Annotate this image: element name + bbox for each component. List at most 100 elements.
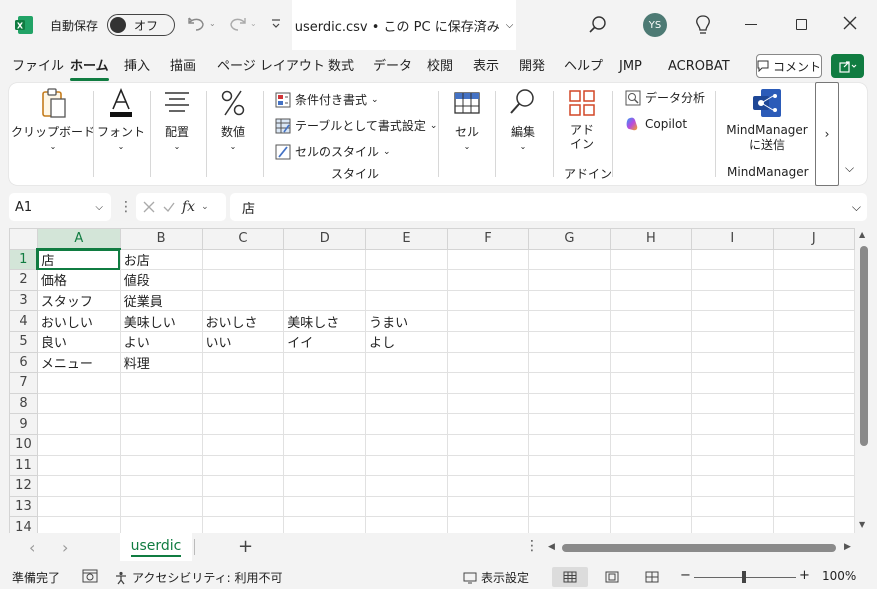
cell-e3[interactable] [365,289,448,312]
cell-g13[interactable] [528,495,611,518]
cell-a13[interactable] [36,495,121,518]
cell-g10[interactable] [528,433,611,456]
cell-g11[interactable] [528,454,611,477]
cell-e5[interactable]: よし [365,330,448,353]
row-header[interactable]: 1 [9,248,39,271]
column-header-b[interactable]: B [119,228,203,250]
zoom-level[interactable]: 100% [822,569,856,583]
cell-i1[interactable] [691,248,774,271]
cell-g14[interactable] [528,516,611,533]
cell-j8[interactable] [772,392,855,415]
autosave-toggle[interactable]: オフ [107,14,175,36]
document-title-area[interactable]: userdic.csv • この PC に保存済み ⌵ [292,0,516,50]
user-avatar[interactable]: YS [643,13,667,37]
cell-f13[interactable] [446,495,530,518]
zoom-slider-thumb[interactable] [742,571,746,583]
cell-d12[interactable] [283,475,367,497]
horizontal-scrollbar[interactable]: ◀ ▶ [548,541,856,555]
number-group[interactable]: 数値 ⌄ [211,87,255,151]
column-header-i[interactable]: I [691,228,774,250]
cell-b8[interactable] [119,392,203,415]
mindmanager-group[interactable]: MindManager に送信 [723,87,811,153]
column-header-f[interactable]: F [446,228,530,250]
cell-c10[interactable] [201,433,285,456]
collapse-ribbon-icon[interactable]: ⌵ [845,161,854,176]
column-header-e[interactable]: E [365,228,448,250]
cell-g7[interactable] [528,372,611,394]
cell-d10[interactable] [283,433,367,456]
lightbulb-icon[interactable] [694,14,712,36]
cell-h1[interactable] [609,248,693,271]
row-header[interactable]: 7 [9,372,38,394]
cell-g2[interactable] [528,269,611,291]
cell-h12[interactable] [609,475,693,497]
scroll-right-icon[interactable]: ▶ [844,542,851,552]
cell-i3[interactable] [691,289,774,312]
cell-d5[interactable]: イイ [283,330,367,353]
cell-i9[interactable] [691,413,774,435]
cell-d11[interactable] [283,454,367,477]
cell-f2[interactable] [446,269,530,291]
cell-b2[interactable]: 値段 [119,269,203,291]
zoom-in-button[interactable]: + [799,568,810,583]
cell-f1[interactable] [446,248,530,271]
undo-icon[interactable] [187,15,207,33]
cell-h10[interactable] [609,433,693,456]
cell-i14[interactable] [691,516,774,533]
cell-c11[interactable] [201,454,285,477]
cell-j1[interactable] [772,248,855,271]
page-break-view-button[interactable] [634,567,670,587]
cells-group[interactable]: セル ⌄ [445,87,489,151]
cell-a4[interactable]: おいしい [36,310,121,332]
cell-j11[interactable] [772,454,855,477]
formula-input[interactable]: 店 ⌵ [230,193,867,221]
conditional-format-button[interactable]: 条件付き書式 ⌄ [275,91,379,108]
cell-i5[interactable] [691,330,774,353]
cell-d1[interactable] [283,248,367,271]
cell-d4[interactable]: 美味しさ [283,310,367,332]
share-button[interactable] [831,54,864,78]
row-header[interactable]: 5 [9,330,38,353]
cell-a8[interactable] [36,392,121,415]
cell-a2[interactable]: 価格 [36,269,121,291]
column-header-a[interactable]: A [36,228,121,251]
vertical-scrollbar[interactable]: ▲ ▼ [855,228,871,533]
spreadsheet-grid[interactable]: ABCDEFGHIJ 1 店お店 2 価格 値段 3 スタッフ 従業員 4 おいしい 美味しい おいし… [9,228,855,533]
cell-b3[interactable]: 従業員 [119,289,203,312]
row-header[interactable]: 10 [9,433,38,456]
column-header-c[interactable]: C [201,228,285,250]
cell-f7[interactable] [446,372,530,394]
cell-e2[interactable] [365,269,448,291]
row-header[interactable]: 8 [9,392,38,415]
column-header-h[interactable]: H [609,228,693,250]
cell-j2[interactable] [772,269,855,291]
close-icon[interactable] [842,15,858,31]
expand-formula-icon[interactable]: ⌵ [852,200,861,215]
display-settings-button[interactable]: 表示設定 [463,569,529,586]
cell-h14[interactable] [609,516,693,533]
cell-styles-button[interactable]: セルのスタイル ⌄ [275,143,391,160]
tab-insert[interactable]: 挿入 [124,56,150,80]
cell-f6[interactable] [446,351,530,374]
column-header-g[interactable]: G [528,228,611,250]
column-header-d[interactable]: D [283,228,367,250]
cell-h11[interactable] [609,454,693,477]
cell-e13[interactable] [365,495,448,518]
cell-h3[interactable] [609,289,693,312]
cell-b12[interactable] [119,475,203,497]
cell-c7[interactable] [201,372,285,394]
customize-toolbar-icon[interactable] [270,16,282,30]
cell-g12[interactable] [528,475,611,497]
row-header[interactable]: 4 [9,310,38,332]
cell-j3[interactable] [772,289,855,312]
cell-a1[interactable]: 店 [36,248,121,271]
cell-a12[interactable] [36,475,121,497]
cell-j12[interactable] [772,475,855,497]
cell-i2[interactable] [691,269,774,291]
cell-f11[interactable] [446,454,530,477]
cancel-icon[interactable] [142,200,156,214]
chevron-down-icon[interactable]: ⌄ [201,202,209,212]
cell-b14[interactable] [119,516,203,533]
cell-e1[interactable] [365,248,448,271]
cell-h7[interactable] [609,372,693,394]
